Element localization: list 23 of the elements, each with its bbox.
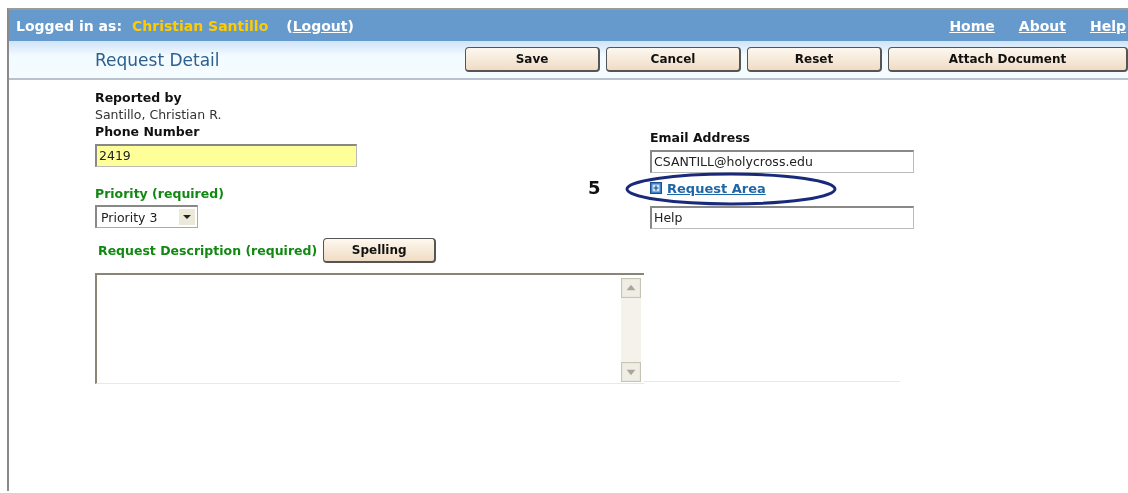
description-field[interactable] [95,273,644,384]
field-label: Request Description (required) [98,243,318,258]
priority-dropdown[interactable]: Priority 3 [95,205,198,228]
page-title: Request Detail [95,49,221,70]
toolbar-button[interactable]: Reset [747,47,882,72]
reporter-name: Santillo, Christian R. [95,107,223,123]
phone-field[interactable]: 2419 [95,144,357,167]
scroll-down-icon[interactable] [621,362,641,382]
logged-in-label: Logged in as: [16,17,122,34]
toolbar-button[interactable]: Save [465,47,600,72]
step-number: 5 [588,177,601,198]
request-area-field[interactable]: Help [650,206,914,229]
user-name: Christian Santillo [132,17,269,34]
spelling-button[interactable]: Spelling [323,238,437,263]
toolbar-button[interactable]: Cancel [606,47,741,72]
email-field[interactable]: CSANTILL@holycross.edu [650,150,914,173]
field-label: Phone Number [95,123,201,141]
field-label: Email Address [650,129,751,147]
toolbar-button[interactable]: Attach Document [888,47,1128,72]
field-label: Priority (required) [95,185,224,203]
expand-icon[interactable] [650,182,662,194]
scroll-up-icon[interactable] [621,278,641,298]
field-label: Reported by [95,89,183,107]
